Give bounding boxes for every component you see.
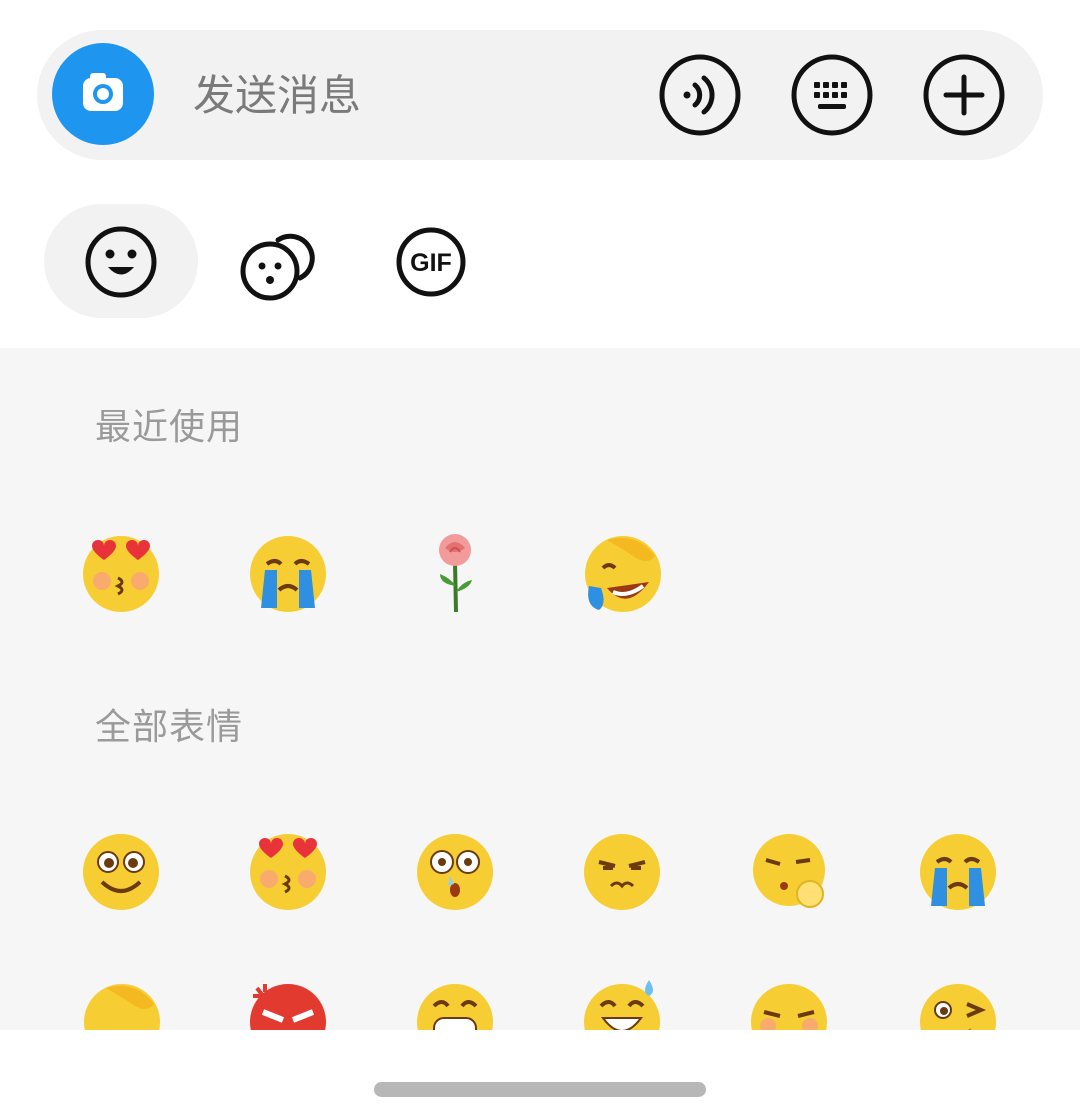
svg-text:GIF: GIF bbox=[410, 249, 452, 277]
emoji-heart-eyes-kiss[interactable] bbox=[243, 824, 333, 914]
bottom-safe-area bbox=[0, 1030, 1080, 1114]
emoji-crying[interactable] bbox=[243, 526, 333, 616]
voice-icon bbox=[659, 54, 741, 136]
smiley-icon bbox=[85, 226, 157, 298]
emoji-heart-eyes-kiss[interactable] bbox=[76, 526, 166, 616]
emoji-sweat-grin[interactable] bbox=[577, 974, 667, 1030]
voice-button[interactable] bbox=[655, 50, 745, 140]
tab-emoji[interactable] bbox=[44, 204, 198, 318]
emoji-laugh-cry-facepalm[interactable] bbox=[577, 526, 667, 616]
plus-icon bbox=[923, 54, 1005, 136]
home-indicator[interactable] bbox=[374, 1082, 706, 1097]
message-input[interactable] bbox=[193, 55, 613, 135]
emoji-annoyed[interactable] bbox=[577, 824, 667, 914]
section-title-all: 全部表情 bbox=[95, 707, 244, 748]
emoji-grin-teeth[interactable] bbox=[410, 974, 500, 1030]
all-emoji-row-2 bbox=[0, 974, 1080, 1030]
emoji-wink-tongue[interactable] bbox=[913, 974, 1003, 1030]
emoji-angry[interactable] bbox=[243, 974, 333, 1030]
camera-button[interactable] bbox=[52, 43, 154, 145]
emoji-crying[interactable] bbox=[913, 824, 1003, 914]
add-button[interactable] bbox=[919, 50, 1009, 140]
tab-stickers[interactable] bbox=[228, 204, 328, 318]
all-emoji-row-1 bbox=[0, 824, 1080, 914]
recent-emoji-row bbox=[0, 526, 1080, 616]
emoji-shocked-drool[interactable] bbox=[410, 824, 500, 914]
message-composer bbox=[37, 30, 1043, 160]
emoji-tab-bar: GIF bbox=[0, 204, 1080, 318]
emoji-panel: 最近使用 全部表情 bbox=[0, 348, 1080, 1030]
camera-icon bbox=[83, 73, 123, 111]
keyboard-button[interactable] bbox=[787, 50, 877, 140]
emoji-laugh-cry-facepalm[interactable] bbox=[76, 974, 166, 1030]
emoji-shush-smirk[interactable] bbox=[744, 824, 834, 914]
emoji-rose[interactable] bbox=[410, 526, 500, 616]
tab-gif[interactable]: GIF bbox=[382, 204, 482, 318]
emoji-goofy-smile[interactable] bbox=[76, 824, 166, 914]
sticker-faces-icon bbox=[240, 233, 315, 301]
section-title-recent: 最近使用 bbox=[95, 407, 244, 448]
keyboard-icon bbox=[791, 54, 873, 136]
emoji-sleepy-blush[interactable] bbox=[744, 974, 834, 1030]
gif-icon: GIF bbox=[396, 227, 466, 297]
